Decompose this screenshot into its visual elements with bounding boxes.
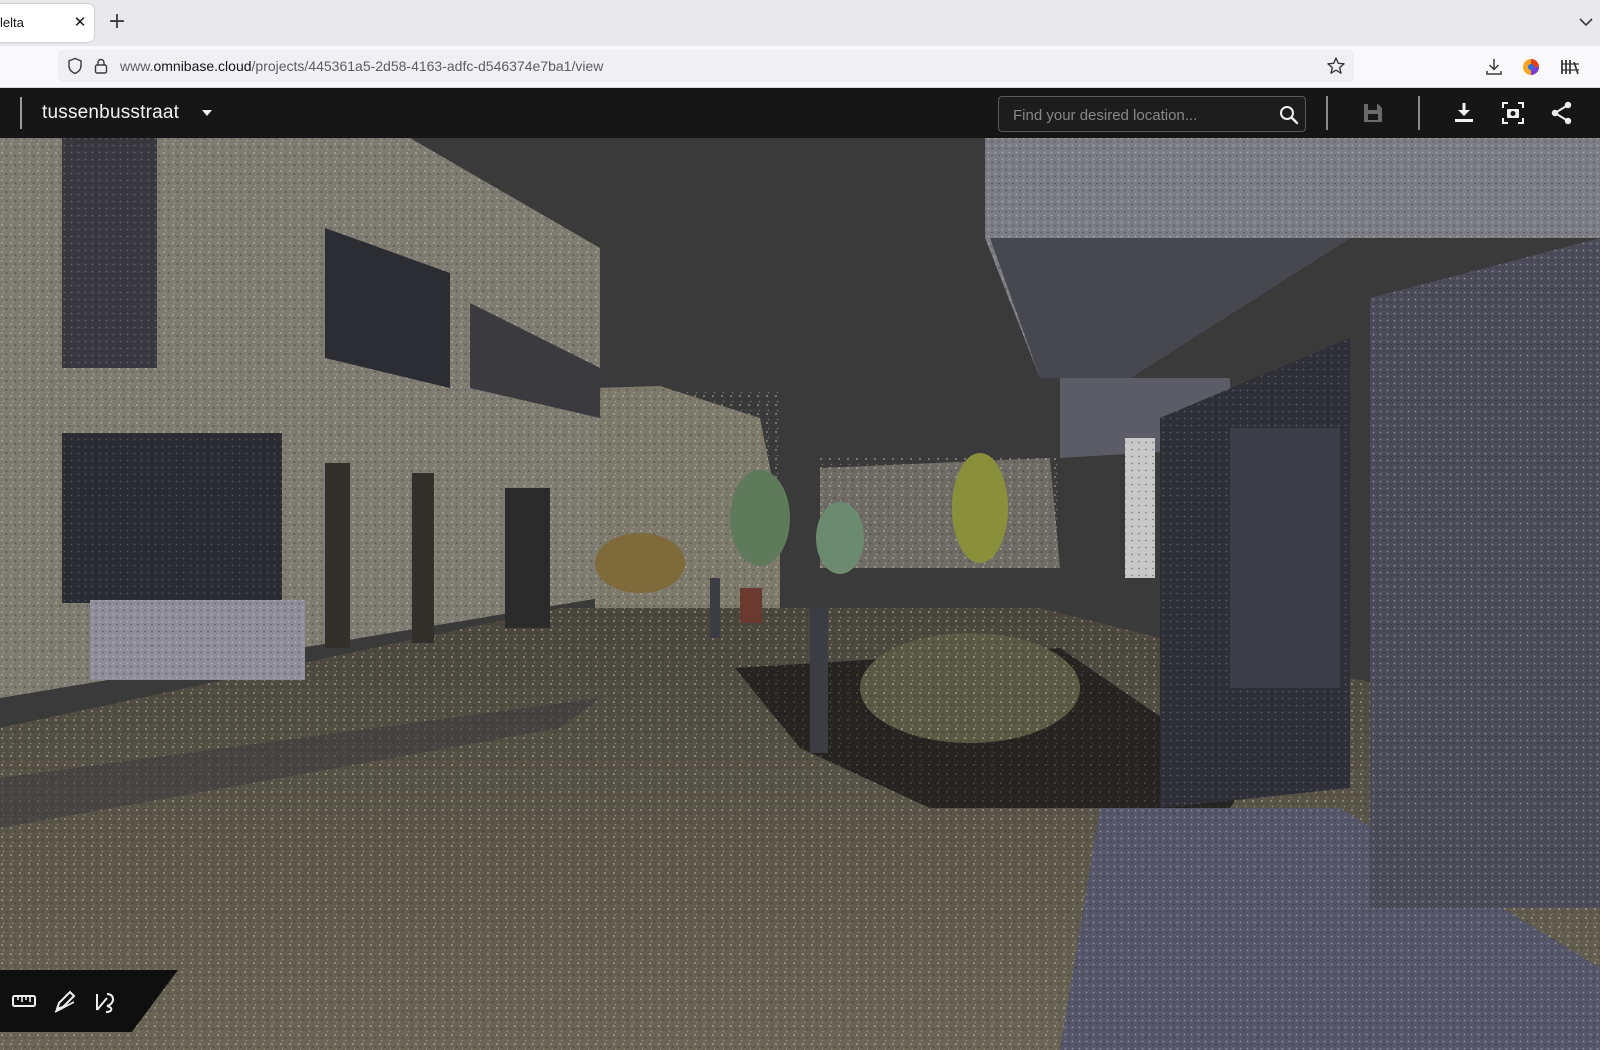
point-cloud-viewer[interactable]: tussenbusstraat	[0, 88, 1600, 1050]
tab-title: lelta	[0, 15, 24, 30]
angle-measure-icon[interactable]	[93, 988, 119, 1014]
share-icon[interactable]	[1549, 100, 1575, 126]
ruler-icon[interactable]	[11, 988, 37, 1014]
toolbar-divider	[1418, 96, 1420, 130]
point-cloud-scene[interactable]	[0, 88, 1600, 1050]
bollard	[810, 608, 828, 753]
toolbar-divider	[20, 97, 22, 129]
location-search-input[interactable]	[1013, 104, 1269, 126]
browser-tab-strip: lelta ✕ +	[0, 0, 1600, 46]
tree-green	[730, 470, 790, 566]
url-prefix: www.	[120, 58, 154, 74]
draw-icon[interactable]	[52, 988, 78, 1014]
bookmark-star-icon[interactable]	[1326, 56, 1346, 76]
close-icon[interactable]: ✕	[70, 12, 90, 32]
save-icon[interactable]	[1360, 100, 1386, 126]
location-search	[998, 96, 1306, 132]
profile-avatar-icon[interactable]	[1520, 56, 1542, 78]
browser-tab[interactable]: lelta ✕	[0, 4, 94, 42]
toolbar-divider	[1326, 96, 1328, 130]
url-host: omnibase.cloud	[153, 58, 252, 74]
project-name[interactable]: tussenbusstraat	[42, 102, 179, 124]
url-bar[interactable]: www.omnibase.cloud/projects/445361a5-2d5…	[58, 50, 1354, 82]
viewer-toolbar: tussenbusstraat	[0, 88, 1600, 138]
chevron-down-icon[interactable]	[1576, 12, 1596, 32]
downloads-icon[interactable]	[1483, 56, 1505, 78]
shield-icon[interactable]	[66, 57, 84, 75]
search-icon[interactable]	[1277, 103, 1301, 127]
tree-yellow	[952, 453, 1008, 563]
new-tab-button[interactable]: +	[104, 10, 130, 36]
download-icon[interactable]	[1451, 100, 1477, 126]
url-text: www.omnibase.cloud/projects/445361a5-2d5…	[120, 58, 603, 74]
browser-nav-bar: www.omnibase.cloud/projects/445361a5-2d5…	[0, 46, 1600, 88]
hedge-orange	[595, 533, 685, 593]
screenshot-icon[interactable]	[1500, 100, 1526, 126]
caret-down-icon[interactable]	[200, 107, 214, 119]
url-path: /projects/445361a5-2d58-4163-adfc-d54637…	[251, 58, 604, 74]
library-icon[interactable]	[1559, 56, 1581, 78]
lock-icon[interactable]	[92, 57, 110, 75]
